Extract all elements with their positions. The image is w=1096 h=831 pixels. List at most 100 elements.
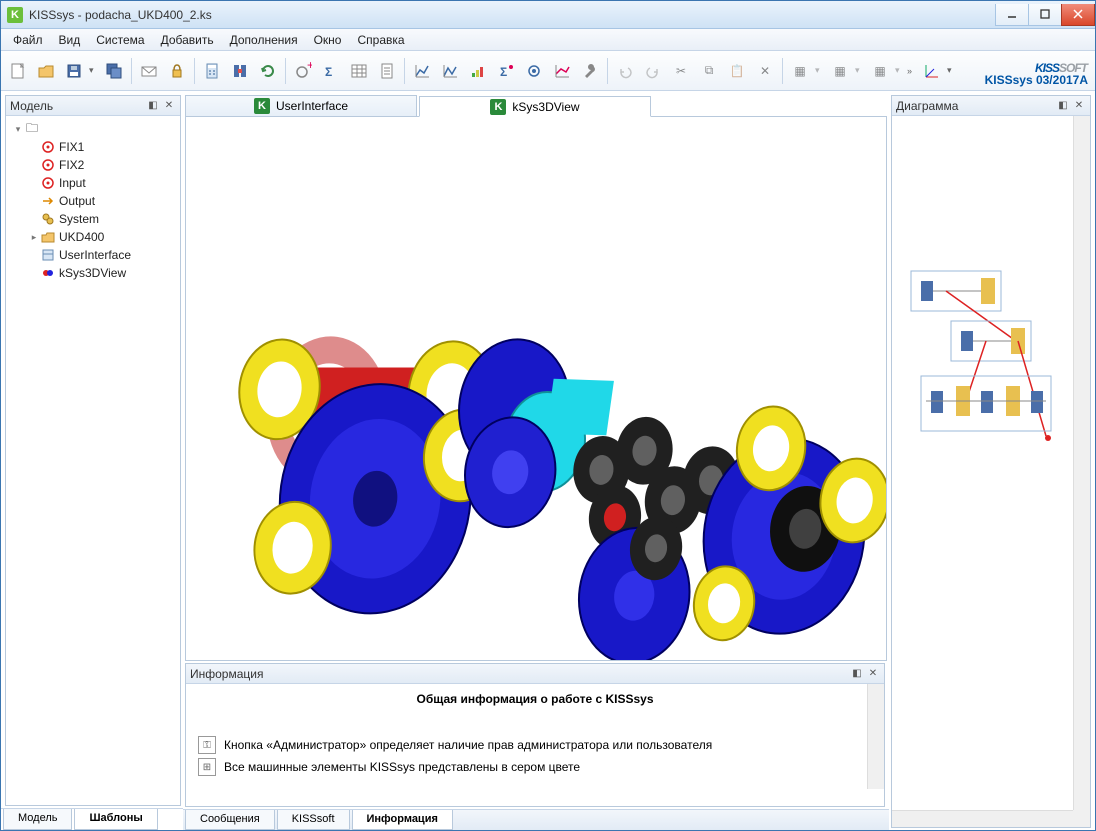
version-label: KISSsys 03/2017A: [985, 73, 1088, 87]
open-file-icon[interactable]: [33, 58, 59, 84]
tree-item[interactable]: FIX2: [8, 156, 178, 174]
grid-c-icon[interactable]: ▦: [867, 58, 893, 84]
save-icon[interactable]: [61, 58, 87, 84]
tab-userinterface[interactable]: K UserInterface: [185, 95, 417, 116]
tree-item[interactable]: Output: [8, 192, 178, 210]
left-bottom-tabs: Модель Шаблоны: [1, 808, 183, 830]
info-panel-label: Информация: [190, 667, 263, 681]
save-dropdown-icon[interactable]: ▾: [89, 65, 99, 76]
axes-icon[interactable]: [919, 58, 945, 84]
tab-templates[interactable]: Шаблоны: [74, 809, 157, 830]
table-icon[interactable]: [346, 58, 372, 84]
tab-model[interactable]: Модель: [3, 809, 72, 830]
panel-close-icon[interactable]: ✕: [162, 99, 176, 113]
tab-kisssoft[interactable]: KISSsoft: [277, 810, 350, 830]
model-panel-title[interactable]: Модель ◧ ✕: [6, 96, 180, 116]
info-text: Все машинные элементы KISSsys представле…: [224, 760, 580, 774]
tab-label: UserInterface: [276, 99, 348, 113]
model-tree[interactable]: ▾🗀 FIX1 FIX2 Input Output System ▸UKD400…: [6, 116, 180, 805]
window-controls: [996, 4, 1095, 26]
copy-icon[interactable]: ⧉: [696, 58, 722, 84]
scrollbar-vertical[interactable]: [867, 684, 884, 789]
model-panel: Модель ◧ ✕ ▾🗀 FIX1 FIX2 Input Output Sys…: [5, 95, 181, 806]
maximize-button[interactable]: [1028, 4, 1062, 26]
settings-gear-icon[interactable]: [521, 58, 547, 84]
tab-3dview[interactable]: KkSys3DView: [419, 96, 651, 117]
undock-icon[interactable]: ◧: [1056, 99, 1070, 113]
undock-icon[interactable]: ◧: [850, 667, 864, 681]
new-file-icon[interactable]: [5, 58, 31, 84]
panel-close-icon[interactable]: ✕: [1072, 99, 1086, 113]
tab-messages[interactable]: Сообщения: [185, 810, 275, 830]
tree-root[interactable]: ▾🗀: [8, 120, 178, 138]
menu-file[interactable]: Файл: [5, 31, 51, 49]
tree-item[interactable]: UserInterface: [8, 246, 178, 264]
admin-small-icon: ⚿: [198, 736, 216, 754]
workspace: Модель ◧ ✕ ▾🗀 FIX1 FIX2 Input Output Sys…: [1, 91, 1095, 830]
axes-dropdown-icon[interactable]: ▾: [947, 65, 957, 76]
cut-icon[interactable]: ✂: [668, 58, 694, 84]
menu-system[interactable]: Система: [88, 31, 152, 49]
info-line: ⊞ Все машинные элементы KISSsys представ…: [198, 758, 872, 776]
panel-close-icon[interactable]: ✕: [866, 667, 880, 681]
chart-a-icon[interactable]: [409, 58, 435, 84]
mail-icon[interactable]: [136, 58, 162, 84]
save-as-icon[interactable]: [101, 58, 127, 84]
admin-icon[interactable]: [164, 58, 190, 84]
menu-window[interactable]: Окно: [306, 31, 350, 49]
scrollbar-vertical[interactable]: [1073, 116, 1090, 810]
chart-b-icon[interactable]: [437, 58, 463, 84]
toolbar-overflow-icon[interactable]: »: [907, 66, 917, 76]
minimize-button[interactable]: [995, 4, 1029, 26]
tree-item[interactable]: kSys3DView: [8, 264, 178, 282]
tree-item[interactable]: FIX1: [8, 138, 178, 156]
document-tabs: K UserInterface KkSys3DView: [185, 95, 887, 117]
tree-item[interactable]: System: [8, 210, 178, 228]
bottom-tabs: Сообщения KISSsoft Информация: [183, 809, 889, 830]
undock-icon[interactable]: ◧: [146, 99, 160, 113]
app-window: K KISSsys - podacha_UKD400_2.ks Файл Вид…: [0, 0, 1096, 831]
scrollbar-horizontal[interactable]: [892, 810, 1073, 827]
menu-extras[interactable]: Дополнения: [222, 31, 306, 49]
titlebar[interactable]: K KISSsys - podacha_UKD400_2.ks: [1, 1, 1095, 29]
gear-add-icon[interactable]: +: [290, 58, 316, 84]
grid-b-dropdown-icon[interactable]: ▾: [855, 65, 865, 76]
sigma2-icon[interactable]: Σ: [493, 58, 519, 84]
delete-icon[interactable]: ✕: [752, 58, 778, 84]
undo-icon[interactable]: [612, 58, 638, 84]
menu-help[interactable]: Справка: [349, 31, 412, 49]
report-icon[interactable]: [374, 58, 400, 84]
info-line: ⚿ Кнопка «Администратор» определяет нали…: [198, 736, 872, 754]
efficiency-icon[interactable]: [465, 58, 491, 84]
redo-icon[interactable]: [640, 58, 666, 84]
svg-text:Σ: Σ: [500, 65, 507, 79]
info-text: Кнопка «Администратор» определяет наличи…: [224, 738, 712, 752]
menu-view[interactable]: Вид: [51, 31, 89, 49]
info-heading: Общая информация о работе с KISSsys: [198, 692, 872, 706]
tree-item[interactable]: ▸UKD400: [8, 228, 178, 246]
paste-icon[interactable]: 📋: [724, 58, 750, 84]
k-icon: K: [490, 99, 506, 115]
refresh-icon[interactable]: [255, 58, 281, 84]
3d-viewport[interactable]: [185, 117, 887, 661]
calc-icon[interactable]: [199, 58, 225, 84]
app-icon: K: [7, 7, 23, 23]
grid-a-dropdown-icon[interactable]: ▾: [815, 65, 825, 76]
wrench-icon[interactable]: [577, 58, 603, 84]
diagram-panel-title[interactable]: Диаграмма ◧ ✕: [892, 96, 1090, 116]
grid-b-icon[interactable]: ▦: [827, 58, 853, 84]
tab-information[interactable]: Информация: [352, 810, 453, 830]
kinematic-icon[interactable]: [227, 58, 253, 84]
tree-item[interactable]: Input: [8, 174, 178, 192]
diagram-body[interactable]: [892, 116, 1090, 827]
sigma-icon[interactable]: Σ: [318, 58, 344, 84]
close-button[interactable]: [1061, 4, 1095, 26]
k-icon: K: [254, 98, 270, 114]
grid-c-dropdown-icon[interactable]: ▾: [895, 65, 905, 76]
chart-c-icon[interactable]: [549, 58, 575, 84]
info-panel: Информация ◧ ✕ Общая информация о работе…: [185, 663, 885, 807]
grid-a-icon[interactable]: ▦: [787, 58, 813, 84]
info-panel-title[interactable]: Информация ◧ ✕: [186, 664, 884, 684]
menu-add[interactable]: Добавить: [153, 31, 222, 49]
gear-assembly-render: [186, 117, 886, 660]
